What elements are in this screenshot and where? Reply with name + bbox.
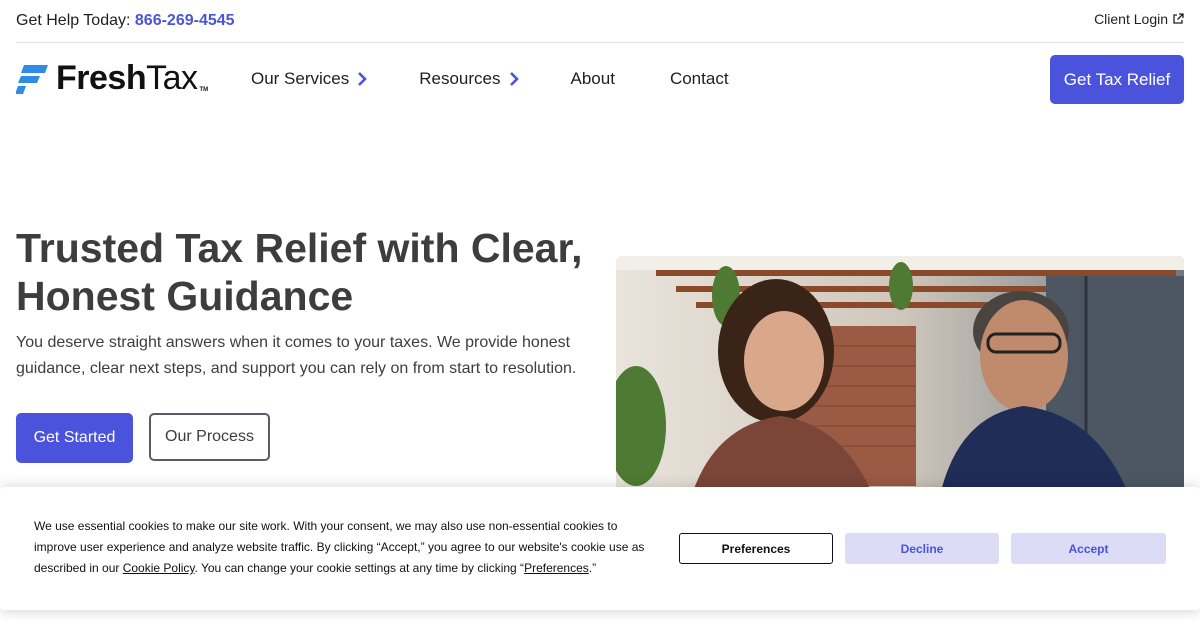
phone-link[interactable]: 866-269-4545 xyxy=(135,12,235,29)
help-label: Get Help Today: xyxy=(16,12,131,29)
nav-item-resources[interactable]: Resources xyxy=(419,69,519,89)
hero-photo-illustration xyxy=(616,256,1184,516)
accept-button[interactable]: Accept xyxy=(1011,533,1166,564)
nav-item-about[interactable]: About xyxy=(571,69,615,89)
top-bar: Get Help Today: 866-269-4545 Client Logi… xyxy=(16,0,1184,43)
cookie-policy-link[interactable]: Cookie Policy xyxy=(123,561,195,575)
get-tax-relief-button[interactable]: Get Tax Relief xyxy=(1050,55,1184,104)
client-login-link[interactable]: Client Login xyxy=(1094,11,1184,27)
logo-text: FreshTax xyxy=(56,61,198,95)
nav-item-our-services[interactable]: Our Services xyxy=(251,69,368,89)
hero-subtitle: You deserve straight answers when it com… xyxy=(16,334,577,377)
cookie-text-3: .” xyxy=(588,561,597,575)
cookie-message: We use essential cookies to make our sit… xyxy=(34,516,654,579)
logo-trademark: TM xyxy=(199,87,209,93)
nav-item-label: Our Services xyxy=(251,69,350,88)
decline-button[interactable]: Decline xyxy=(845,533,999,564)
hero-photo xyxy=(616,256,1184,516)
external-link-icon xyxy=(1173,13,1184,24)
nav-item-label: Contact xyxy=(669,69,729,88)
preferences-link[interactable]: Preferences xyxy=(524,561,589,575)
nav-item-contact[interactable]: Contact xyxy=(670,69,729,89)
main-nav: FreshTax TM Our Services Resources About… xyxy=(16,55,1184,104)
get-started-button[interactable]: Get Started xyxy=(16,413,133,463)
logo-mark-icon xyxy=(16,65,48,94)
client-login-label: Client Login xyxy=(1094,11,1168,27)
nav-item-label: Resources xyxy=(419,69,501,88)
help-line: Get Help Today: 866-269-4545 xyxy=(16,12,235,30)
cookie-banner: We use essential cookies to make our sit… xyxy=(0,487,1200,610)
chevron-right-icon xyxy=(358,72,368,86)
nav-item-label: About xyxy=(570,69,615,88)
chevron-right-icon xyxy=(509,72,519,86)
our-process-button[interactable]: Our Process xyxy=(149,413,270,461)
freshtax-logo[interactable]: FreshTax TM xyxy=(16,61,208,95)
preferences-button[interactable]: Preferences xyxy=(679,533,833,564)
logo-fresh: Fresh xyxy=(56,59,147,97)
cookie-text-2: . You can change your cookie settings at… xyxy=(194,561,525,575)
hero-title: Trusted Tax Relief with Clear, Honest Gu… xyxy=(16,225,583,319)
nav-menu: Our Services Resources About Contact xyxy=(251,69,781,89)
logo-tax: Tax xyxy=(146,59,198,97)
